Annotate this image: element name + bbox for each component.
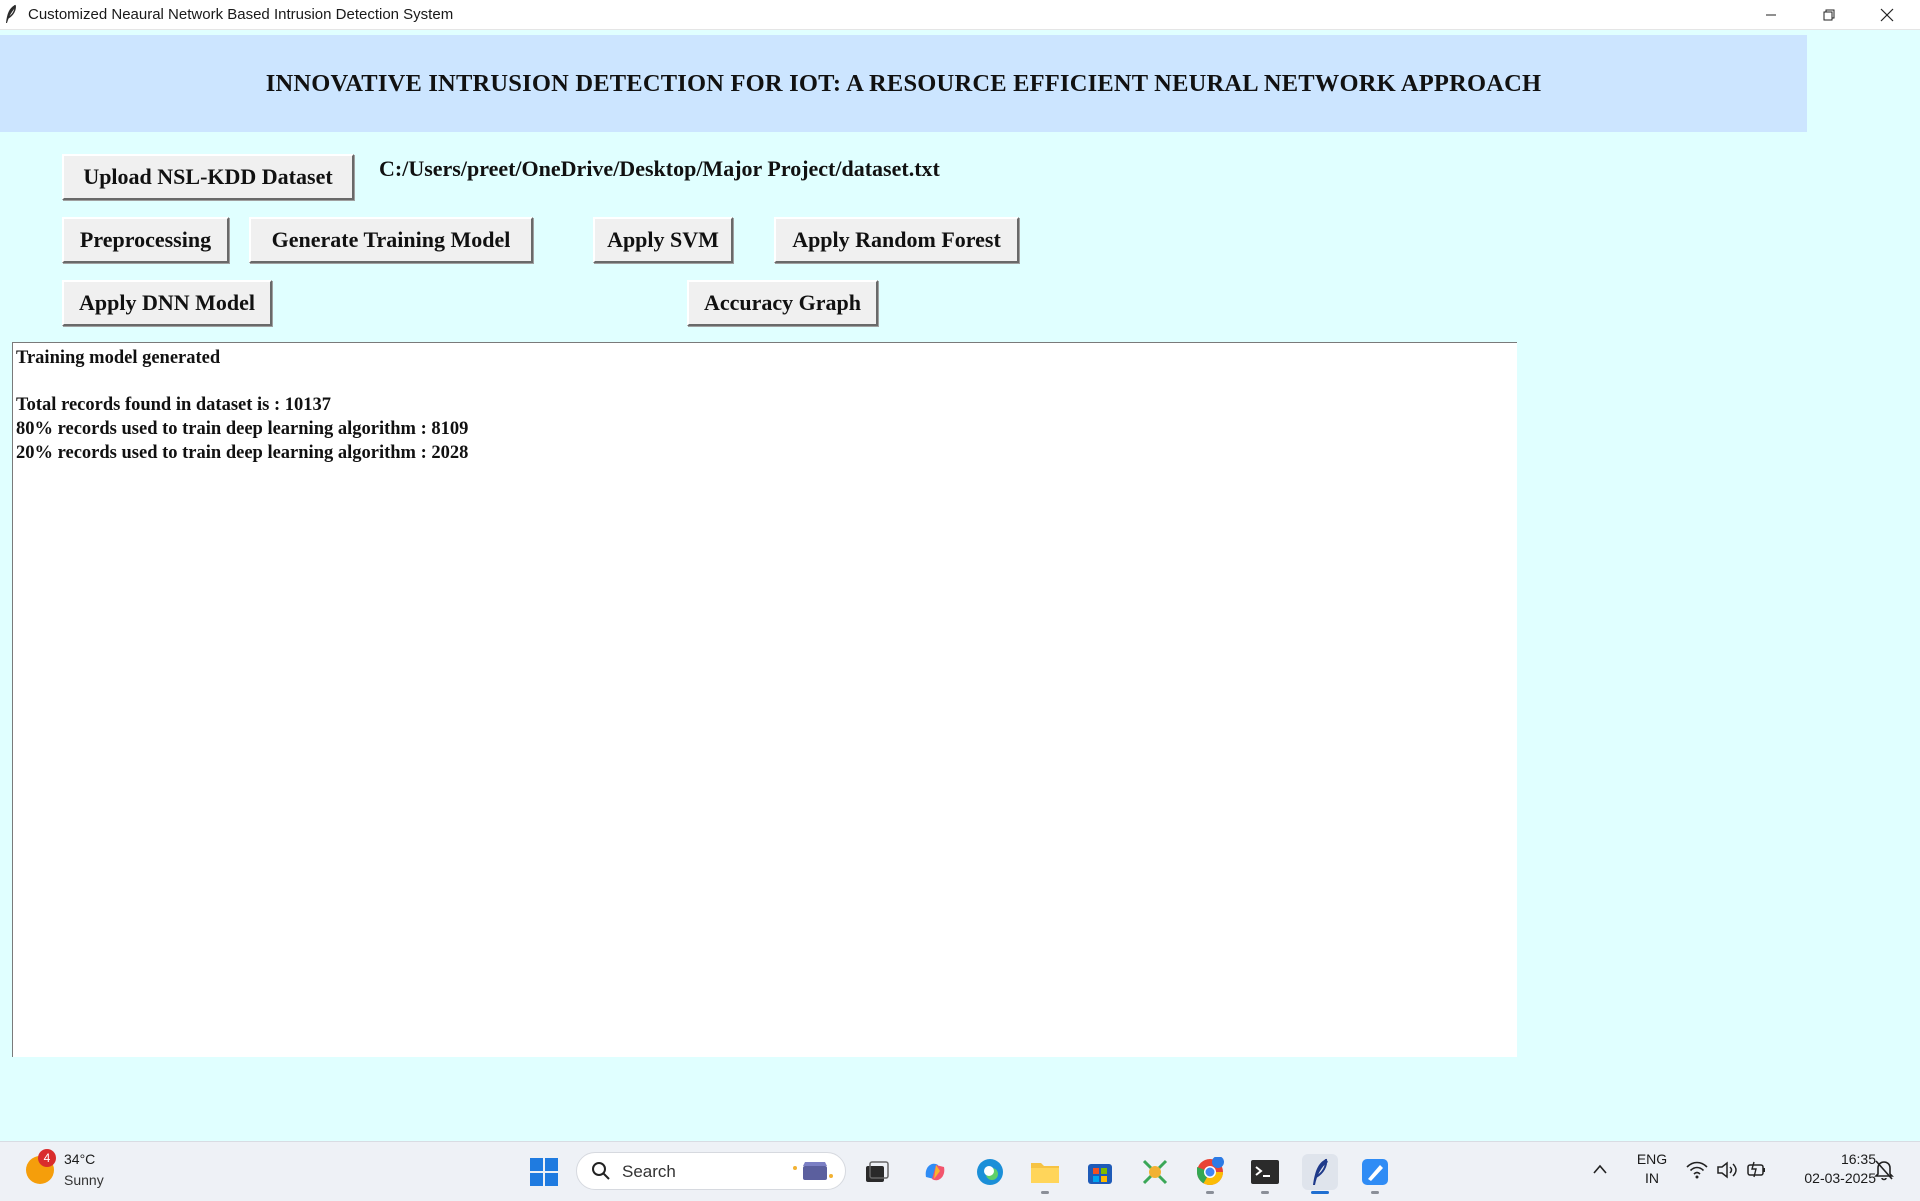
photos-icon[interactable]: [1137, 1154, 1173, 1190]
terminal-icon[interactable]: [1247, 1154, 1283, 1194]
running-indicator: [1311, 1191, 1329, 1194]
chevron-up-icon[interactable]: [1592, 1162, 1608, 1180]
accuracy-graph-button[interactable]: Accuracy Graph: [687, 280, 878, 326]
weather-condition: Sunny: [64, 1172, 104, 1188]
upload-dataset-button[interactable]: Upload NSL-KDD Dataset: [62, 154, 354, 200]
generate-training-model-button[interactable]: Generate Training Model: [249, 217, 533, 263]
page-title: INNOVATIVE INTRUSION DETECTION FOR IOT: …: [265, 69, 1542, 97]
output-line: 80% records used to train deep learning …: [16, 419, 469, 440]
edge-icon[interactable]: [972, 1154, 1008, 1190]
dataset-path-label: C:/Users/preet/OneDrive/Desktop/Major Pr…: [379, 156, 940, 181]
copilot-icon[interactable]: [917, 1154, 953, 1190]
window-title-bar: Customized Neaural Network Based Intrusi…: [0, 0, 1920, 30]
close-icon: [1880, 8, 1894, 21]
header-band: INNOVATIVE INTRUSION DETECTION FOR IOT: …: [0, 35, 1807, 132]
search-icon: [591, 1161, 611, 1186]
clock-time: 16:35: [1840, 1151, 1876, 1167]
volume-icon[interactable]: [1716, 1161, 1738, 1184]
file-explorer-icon[interactable]: [1027, 1154, 1063, 1194]
language-code: ENG: [1636, 1151, 1668, 1167]
search-placeholder: Search: [622, 1162, 676, 1181]
minimize-button[interactable]: [1742, 0, 1800, 29]
battery-icon[interactable]: [1746, 1160, 1768, 1185]
window-title: Customized Neaural Network Based Intrusi…: [28, 6, 454, 23]
minimize-icon: [1766, 14, 1776, 15]
region-code: IN: [1645, 1170, 1659, 1186]
running-indicator: [1371, 1191, 1379, 1194]
paint-icon[interactable]: [1357, 1154, 1393, 1194]
task-view-icon[interactable]: [859, 1154, 895, 1190]
apply-random-forest-button[interactable]: Apply Random Forest: [774, 217, 1019, 263]
output-line: 20% records used to train deep learning …: [16, 442, 469, 463]
restore-button[interactable]: [1800, 0, 1858, 29]
taskbar: 4 34°C Sunny Search ENG IN 16:35 02-03-2…: [0, 1141, 1920, 1201]
running-indicator: [1041, 1191, 1049, 1194]
notification-badge: 4: [38, 1149, 56, 1167]
clock[interactable]: 16:35 02-03-2025: [1780, 1151, 1876, 1186]
running-indicator: [1261, 1191, 1269, 1194]
notification-bell-icon[interactable]: [1874, 1159, 1894, 1186]
clock-date: 02-03-2025: [1804, 1170, 1876, 1186]
language-indicator[interactable]: ENG IN: [1634, 1151, 1670, 1186]
preprocessing-button[interactable]: Preprocessing: [62, 217, 229, 263]
output-line: Training model generated: [16, 348, 221, 368]
store-icon[interactable]: [1082, 1154, 1118, 1190]
search-highlight-icon: [789, 1160, 835, 1189]
output-line: Total records found in dataset is : 1013…: [16, 395, 332, 416]
wifi-icon[interactable]: [1686, 1161, 1708, 1184]
restore-icon: [1823, 9, 1835, 20]
apply-svm-button[interactable]: Apply SVM: [593, 217, 733, 263]
python-feather-icon[interactable]: [1302, 1154, 1338, 1194]
output-text-area[interactable]: Training model generated Total records f…: [12, 342, 1517, 1057]
weather-temperature: 34°C: [64, 1151, 96, 1167]
close-button[interactable]: [1858, 0, 1916, 29]
apply-dnn-model-button[interactable]: Apply DNN Model: [62, 280, 272, 326]
windows-start-icon[interactable]: [526, 1154, 562, 1190]
running-indicator: [1206, 1191, 1214, 1194]
chrome-icon[interactable]: [1192, 1154, 1228, 1194]
taskbar-search-input[interactable]: Search: [576, 1152, 846, 1190]
python-feather-icon: [4, 4, 20, 24]
